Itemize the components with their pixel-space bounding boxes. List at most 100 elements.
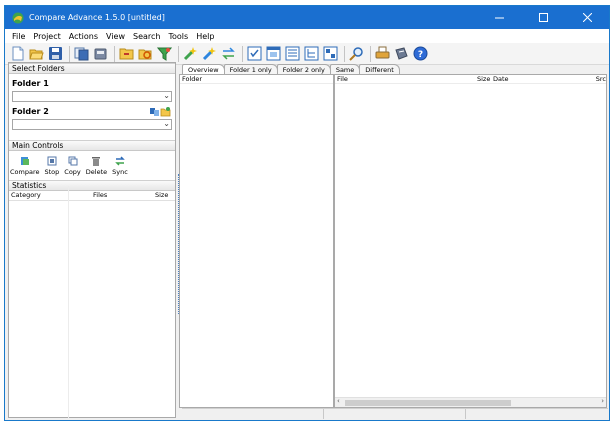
view-grid-icon [247, 46, 262, 61]
folder-column-header[interactable]: Folder [180, 75, 202, 83]
menu-help[interactable]: Help [192, 30, 218, 43]
menu-file[interactable]: File [8, 30, 29, 43]
open-project-button[interactable] [28, 45, 45, 62]
chevron-down-icon: ⌄ [163, 91, 170, 100]
toolbar-separator [370, 45, 371, 62]
folder-pane-header: Folder [180, 75, 333, 84]
print-button[interactable] [374, 45, 391, 62]
delete-control-label: Delete [85, 168, 108, 176]
scroll-right-icon[interactable]: › [601, 397, 604, 405]
trash-icon [92, 157, 101, 166]
swap-icon [222, 47, 235, 60]
view-window-icon [266, 46, 281, 61]
new-project-button[interactable] [9, 45, 26, 62]
view-tree-button[interactable] [303, 45, 320, 62]
stop-control-label: Stop [44, 168, 60, 176]
add-right-icon [202, 47, 216, 61]
view-grid-button[interactable] [246, 45, 263, 62]
sync-control-label: Sync [112, 168, 128, 176]
select-folders-header: Select Folders [9, 63, 175, 74]
view-detail-icon [323, 46, 338, 61]
delete-control[interactable]: Delete [86, 156, 107, 180]
status-cell-2 [324, 409, 466, 419]
swap-button[interactable] [220, 45, 237, 62]
folder1-combo[interactable]: ⌄ [12, 91, 172, 102]
view-detail-button[interactable] [322, 45, 339, 62]
window-title: Compare Advance 1.5.0 [untitled] [29, 13, 165, 22]
help-icon: ? [413, 46, 428, 61]
sync-control[interactable]: Sync [112, 156, 128, 180]
toolbar-separator [114, 45, 115, 62]
menu-bar: File Project Actions View Search Tools H… [5, 29, 609, 43]
compare-control-icon [20, 157, 29, 165]
folder-tree-pane[interactable]: Folder [179, 74, 334, 408]
file-list-pane[interactable]: File Size Date Src ‹ › [334, 74, 607, 408]
refresh-button[interactable] [137, 45, 154, 62]
main-controls-header: Main Controls [9, 140, 175, 151]
export-button[interactable] [393, 45, 410, 62]
toolbar-separator [69, 45, 70, 62]
file-column-header[interactable]: File [335, 75, 475, 83]
menu-view[interactable]: View [102, 30, 129, 43]
minimize-icon [494, 17, 504, 19]
search-icon [349, 47, 363, 61]
swap-folders-icon[interactable] [149, 106, 160, 117]
view-list-icon [285, 46, 300, 61]
src-column-header[interactable]: Src [579, 75, 606, 83]
folder1-label: Folder 1 [12, 79, 49, 88]
folder2-combo[interactable]: ⌄ [12, 119, 172, 130]
menu-tools[interactable]: Tools [164, 30, 192, 43]
app-logo-icon [12, 12, 24, 23]
stats-column-divider [68, 186, 69, 418]
stats-col-files[interactable]: Files [65, 191, 131, 200]
new-project-icon [12, 46, 24, 61]
scroll-left-icon[interactable]: ‹ [337, 397, 340, 405]
add-left-button[interactable] [182, 45, 199, 62]
scrollbar-thumb[interactable] [345, 400, 511, 406]
title-bar: Compare Advance 1.5.0 [untitled] [5, 6, 609, 29]
save-project-icon [49, 47, 62, 60]
status-cell-1 [182, 409, 324, 419]
size-column-header[interactable]: Size [475, 75, 490, 83]
menu-search[interactable]: Search [129, 30, 164, 43]
stats-col-category[interactable]: Category [9, 191, 65, 200]
view-window-button[interactable] [265, 45, 282, 62]
copy-control-label: Copy [64, 168, 81, 176]
date-column-header[interactable]: Date [489, 75, 579, 83]
menu-actions[interactable]: Actions [65, 30, 102, 43]
maximize-button[interactable] [521, 6, 565, 29]
save-project-button[interactable] [47, 45, 64, 62]
view-list-button[interactable] [284, 45, 301, 62]
folder2-row: Folder 2 [9, 107, 175, 117]
menu-project[interactable]: Project [29, 30, 64, 43]
search-button[interactable] [348, 45, 365, 62]
close-button[interactable] [565, 6, 609, 29]
stop-control[interactable]: Stop [44, 156, 60, 180]
compare-button[interactable] [118, 45, 135, 62]
copy-control[interactable]: Copy [64, 156, 81, 180]
compare-control-label: Compare [10, 168, 40, 176]
filter-button[interactable] [156, 45, 173, 62]
move-files-button[interactable] [92, 45, 109, 62]
copy-files-button[interactable] [73, 45, 90, 62]
maximize-icon [538, 13, 548, 22]
svg-text:?: ? [418, 50, 423, 60]
view-tree-icon [304, 46, 319, 61]
main-controls: Compare Stop Copy Delete Sync [9, 151, 175, 180]
copy-control-icon [68, 156, 78, 166]
stats-col-size[interactable]: Size [131, 191, 175, 200]
copy-files-icon [74, 47, 89, 61]
stop-control-icon [47, 156, 57, 166]
help-button[interactable]: ? [412, 45, 429, 62]
add-right-button[interactable] [201, 45, 218, 62]
horizontal-scrollbar[interactable]: ‹ › [335, 397, 606, 407]
status-cell-3 [466, 409, 608, 419]
chevron-down-icon: ⌄ [163, 119, 170, 128]
status-bar [182, 408, 608, 419]
browse-folder-icon[interactable] [160, 106, 171, 117]
filter-icon [157, 47, 172, 61]
compare-icon [119, 48, 134, 60]
compare-control[interactable]: Compare [10, 156, 40, 180]
open-project-icon [29, 49, 44, 60]
minimize-button[interactable] [477, 6, 521, 29]
